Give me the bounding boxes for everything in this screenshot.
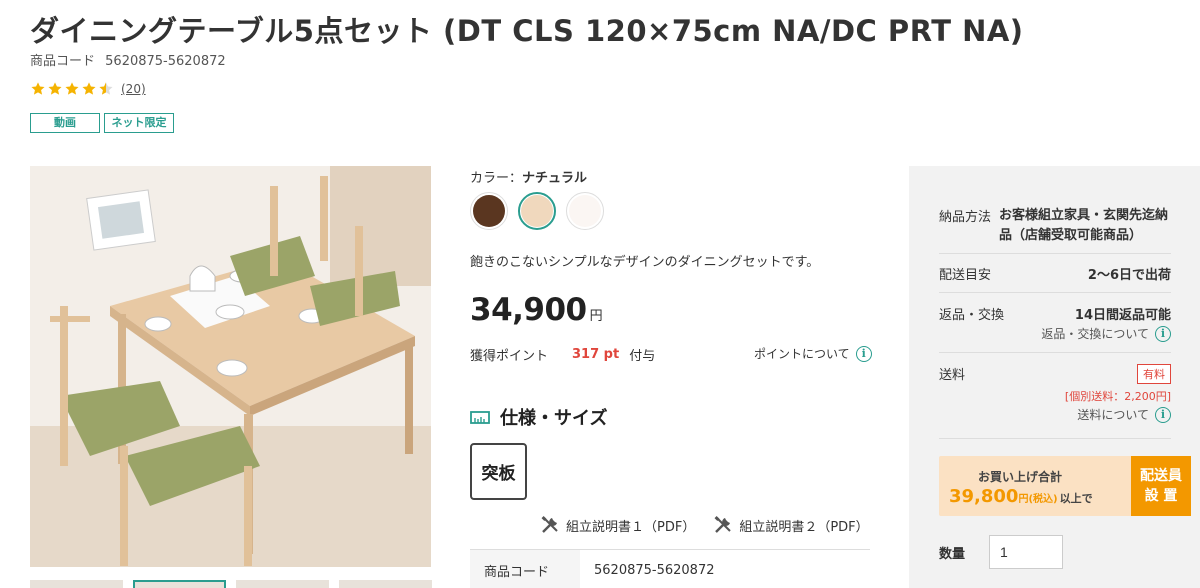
shipping-estimate-value: 2〜6日で出荷 <box>1087 268 1171 283</box>
delivery-method-row: 納品方法 お客様組立家具・玄関先迄納品（店舗受取可能商品） <box>939 206 1171 246</box>
divider <box>939 253 1171 254</box>
shipping-fee-row: 送料 有料 [個別送料：2,200円] 送料について i <box>939 364 1171 434</box>
swatch-dark-brown[interactable] <box>470 192 508 230</box>
points-value: 317 pt <box>572 347 620 362</box>
half-star-icon <box>99 82 113 95</box>
swatch-fill <box>569 195 601 227</box>
color-label-prefix: カラー： <box>470 171 523 186</box>
spec-table: 商品コード 5620875-5620872 <box>470 549 870 588</box>
tools-icon <box>541 516 558 533</box>
shipping-fee-detail: [個別送料：2,200円] <box>1064 390 1171 403</box>
product-code-line: 商品コード 5620875-5620872 <box>30 50 232 69</box>
spec-heading-label: 仕様・サイズ <box>500 408 608 429</box>
installation-button[interactable]: 配送員 設 置 <box>1131 456 1191 516</box>
delivery-method-label: 納品方法 <box>939 210 992 225</box>
promo-price: 39,800 円(税込) 以上で <box>949 486 1093 507</box>
points: 獲得ポイント 317 pt 付与 <box>470 345 655 364</box>
thumbnail[interactable] <box>236 580 329 588</box>
star-icon <box>31 82 45 95</box>
color-label: カラー：ナチュラル <box>470 167 587 186</box>
color-swatches <box>470 192 604 230</box>
thumbnail-active[interactable] <box>133 580 226 588</box>
manual-link-2[interactable]: 組立説明書２（PDF） <box>713 515 869 535</box>
returns-label: 返品・交換 <box>939 308 1005 323</box>
swatch-white[interactable] <box>566 192 604 230</box>
table-row: 商品コード 5620875-5620872 <box>470 550 870 588</box>
shipping-about-link[interactable]: 送料について i <box>1077 406 1171 423</box>
shipping-about-label: 送料について <box>1077 408 1149 422</box>
paid-badge: 有料 <box>1137 364 1171 384</box>
returns-value: 14日間返品可能 <box>1074 308 1171 323</box>
divider <box>939 292 1171 293</box>
points-about-link[interactable]: ポイントについて i <box>754 345 872 362</box>
star-icon <box>48 82 62 95</box>
price: 34,900 円 <box>470 292 603 328</box>
review-count-link[interactable]: (20) <box>121 82 146 96</box>
info-icon: i <box>855 345 872 362</box>
selected-color: ナチュラル <box>522 171 588 186</box>
swatch-fill <box>521 195 553 227</box>
assembly-manuals: 組立説明書１（PDF） 組立説明書２（PDF） <box>540 515 869 535</box>
purchase-panel: 納品方法 お客様組立家具・玄関先迄納品（店舗受取可能商品） 配送目安 2〜6日で… <box>909 166 1200 588</box>
spec-heading: 仕様・サイズ <box>470 404 607 430</box>
promo-amount-unit: 円(税込) <box>1018 494 1058 505</box>
price-value: 34,900 <box>470 292 587 328</box>
product-title: ダイニングテーブル5点セット (DT CLS 120×75cm NA/DC PR… <box>30 14 1024 48</box>
tags: 動画 ネット限定 <box>30 113 174 133</box>
promo-suffix: 以上で <box>1059 492 1093 505</box>
dining-set-illustration <box>30 166 431 567</box>
info-icon: i <box>1155 406 1171 423</box>
tools-icon <box>714 516 732 533</box>
manual-label-2: 組立説明書２（PDF） <box>739 519 869 535</box>
thumbnail-strip <box>30 580 432 588</box>
product-photo[interactable] <box>30 166 431 567</box>
manual-link-1[interactable]: 組立説明書１（PDF） <box>540 515 695 535</box>
promo-amount: 39,800 <box>949 486 1019 507</box>
returns-about-label: 返品・交換について <box>1041 327 1149 341</box>
spec-value: 5620875-5620872 <box>594 562 715 578</box>
shipping-estimate-row: 配送目安 2〜6日で出荷 <box>939 264 1171 284</box>
divider <box>939 438 1171 439</box>
product-description: 飽きのこないシンプルなデザインのダイニングセットです。 <box>470 255 820 270</box>
tag-net-only: ネット限定 <box>104 113 174 133</box>
swatch-natural[interactable] <box>518 192 556 230</box>
quantity-input[interactable] <box>989 535 1063 569</box>
divider <box>939 352 1171 353</box>
thumbnail[interactable] <box>30 580 123 588</box>
delivery-method-value: お客様組立家具・玄関先迄納品（店舗受取可能商品） <box>999 208 1169 243</box>
shipping-estimate-label: 配送目安 <box>939 268 992 283</box>
points-suffix: 付与 <box>629 349 656 364</box>
thumbnail[interactable] <box>339 580 432 588</box>
shipping-fee-label: 送料 <box>939 368 966 383</box>
returns-about-link[interactable]: 返品・交換について i <box>1041 325 1171 342</box>
star-rating <box>30 81 115 97</box>
rating: (20) <box>30 81 146 97</box>
quantity-label: 数量 <box>939 547 966 562</box>
product-code-label: 商品コード <box>30 54 96 69</box>
material-badge: 突板 <box>470 443 527 500</box>
spec-key: 商品コード <box>470 550 580 588</box>
installation-promo: お買い上げ合計 39,800 円(税込) 以上で 配送員 設 置 <box>939 456 1191 516</box>
tag-video: 動画 <box>30 113 100 133</box>
price-unit: 円 <box>589 309 603 324</box>
points-label: 獲得ポイント <box>470 349 549 364</box>
manual-label-1: 組立説明書１（PDF） <box>566 519 696 535</box>
star-icon <box>82 82 96 95</box>
installation-button-line2: 設 置 <box>1144 488 1178 504</box>
star-icon <box>65 82 79 95</box>
product-code-value: 5620875-5620872 <box>105 54 226 69</box>
info-icon: i <box>1155 325 1171 342</box>
promo-title: お買い上げ合計 <box>977 470 1062 484</box>
returns-row: 返品・交換 14日間返品可能 返品・交換について i <box>939 304 1171 349</box>
swatch-fill <box>473 195 505 227</box>
points-about-label: ポイントについて <box>754 347 850 361</box>
ruler-icon <box>470 411 490 424</box>
installation-button-line1: 配送員 <box>1140 468 1182 484</box>
